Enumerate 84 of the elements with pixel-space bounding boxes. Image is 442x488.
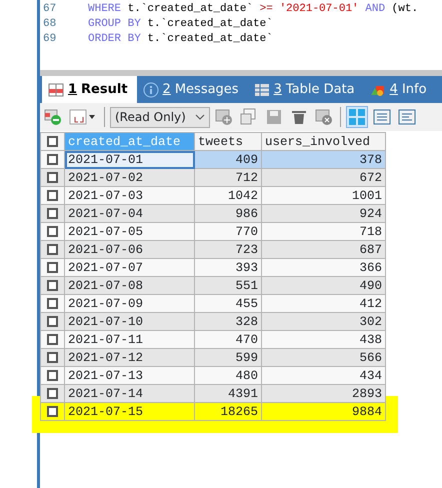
table-cell: 551 bbox=[194, 276, 262, 294]
table-cell: 2021-07-12 bbox=[64, 348, 194, 366]
table-cell: 490 bbox=[262, 276, 386, 294]
line-number: 67 bbox=[42, 2, 58, 17]
table-cell: 2021-07-09 bbox=[64, 294, 194, 312]
table-cell: 1042 bbox=[194, 186, 262, 204]
mode-select[interactable]: (Read Only) bbox=[110, 106, 210, 128]
table-cell: 412 bbox=[262, 294, 386, 312]
checkbox[interactable] bbox=[47, 388, 58, 399]
checkbox[interactable] bbox=[47, 334, 58, 345]
table-cell: 2021-07-02 bbox=[64, 168, 194, 186]
result-tab[interactable]: 2 Messages bbox=[136, 76, 248, 103]
table-cell: 1001 bbox=[262, 186, 386, 204]
table-cell: 434 bbox=[262, 366, 386, 384]
column-header[interactable]: users_involved bbox=[262, 132, 386, 150]
chevron-icon bbox=[195, 113, 205, 121]
table-cell: 480 bbox=[194, 366, 262, 384]
table-cell: 2893 bbox=[262, 384, 386, 402]
code-line: GROUP BY t.`created_at_date` bbox=[88, 17, 273, 32]
line-number: 68 bbox=[42, 17, 58, 32]
table-cell: 393 bbox=[194, 258, 262, 276]
table-cell: 2021-07-05 bbox=[64, 222, 194, 240]
table-cell: 2021-07-07 bbox=[64, 258, 194, 276]
table-cell: 378 bbox=[262, 150, 386, 168]
checkbox[interactable] bbox=[47, 154, 58, 165]
table-cell: 366 bbox=[262, 258, 386, 276]
result-icon bbox=[48, 82, 64, 98]
delete-icon bbox=[290, 108, 308, 126]
table-cell: 2021-07-04 bbox=[64, 204, 194, 222]
table-cell: 4391 bbox=[194, 384, 262, 402]
table-cell: 328 bbox=[194, 312, 262, 330]
checkbox[interactable] bbox=[47, 298, 58, 309]
table-cell: 2021-07-03 bbox=[64, 186, 194, 204]
checkbox[interactable] bbox=[47, 136, 58, 147]
table-cell: 2021-07-11 bbox=[64, 330, 194, 348]
table-cell: 409 bbox=[194, 150, 262, 168]
checkbox[interactable] bbox=[47, 208, 58, 219]
messages-icon bbox=[142, 82, 159, 98]
table-cell: 2021-07-13 bbox=[64, 366, 194, 384]
column-header[interactable]: tweets bbox=[194, 132, 262, 150]
duplicate-row-icon bbox=[215, 108, 233, 126]
text-view-icon bbox=[398, 108, 416, 126]
checkbox[interactable] bbox=[47, 226, 58, 237]
checkbox[interactable] bbox=[47, 406, 58, 417]
grid-caret-icon bbox=[69, 108, 97, 126]
table-cell: 770 bbox=[194, 222, 262, 240]
table-cell: 687 bbox=[262, 240, 386, 258]
table-cell: 718 bbox=[262, 222, 386, 240]
checkbox[interactable] bbox=[47, 262, 58, 273]
table-cell: 723 bbox=[194, 240, 262, 258]
checkbox[interactable] bbox=[47, 316, 58, 327]
checkbox[interactable] bbox=[47, 352, 58, 363]
table-icon bbox=[254, 82, 270, 98]
table-cell: 2021-07-01 bbox=[64, 150, 194, 168]
table-cell: 455 bbox=[194, 294, 262, 312]
form-view-icon bbox=[373, 108, 391, 126]
table-cell: 986 bbox=[194, 204, 262, 222]
table-cell: 599 bbox=[194, 348, 262, 366]
line-number: 69 bbox=[42, 32, 58, 47]
result-tab[interactable]: 1 Result bbox=[42, 76, 137, 103]
table-cell: 302 bbox=[262, 312, 386, 330]
checkbox[interactable] bbox=[47, 370, 58, 381]
checkbox[interactable] bbox=[47, 244, 58, 255]
checkbox[interactable] bbox=[47, 172, 58, 183]
cancel-icon bbox=[315, 108, 333, 126]
table-cell: 924 bbox=[262, 204, 386, 222]
table-cell: 2021-07-14 bbox=[64, 384, 194, 402]
code-line: ORDER BY t.`created_at_date` bbox=[88, 32, 273, 47]
save-icon bbox=[265, 108, 283, 126]
result-tab[interactable]: 4 Info bbox=[364, 76, 436, 103]
table-cell: 712 bbox=[194, 168, 262, 186]
grid-view-icon bbox=[348, 108, 366, 126]
table-cell: 2021-07-10 bbox=[64, 312, 194, 330]
table-cell: 438 bbox=[262, 330, 386, 348]
copy-icon bbox=[240, 108, 258, 126]
table-cell: 2021-07-06 bbox=[64, 240, 194, 258]
table-cell: 2021-07-08 bbox=[64, 276, 194, 294]
code-line: WHERE t.`created_at_date` >= '2021-07-01' AND (wt. bbox=[88, 2, 418, 17]
table-cell: 672 bbox=[262, 168, 386, 186]
checkbox[interactable] bbox=[47, 280, 58, 291]
checkbox[interactable] bbox=[47, 190, 58, 201]
table-cell: 566 bbox=[262, 348, 386, 366]
result-tab[interactable]: 3 Table Data bbox=[248, 76, 364, 103]
table-cell: 470 bbox=[194, 330, 262, 348]
